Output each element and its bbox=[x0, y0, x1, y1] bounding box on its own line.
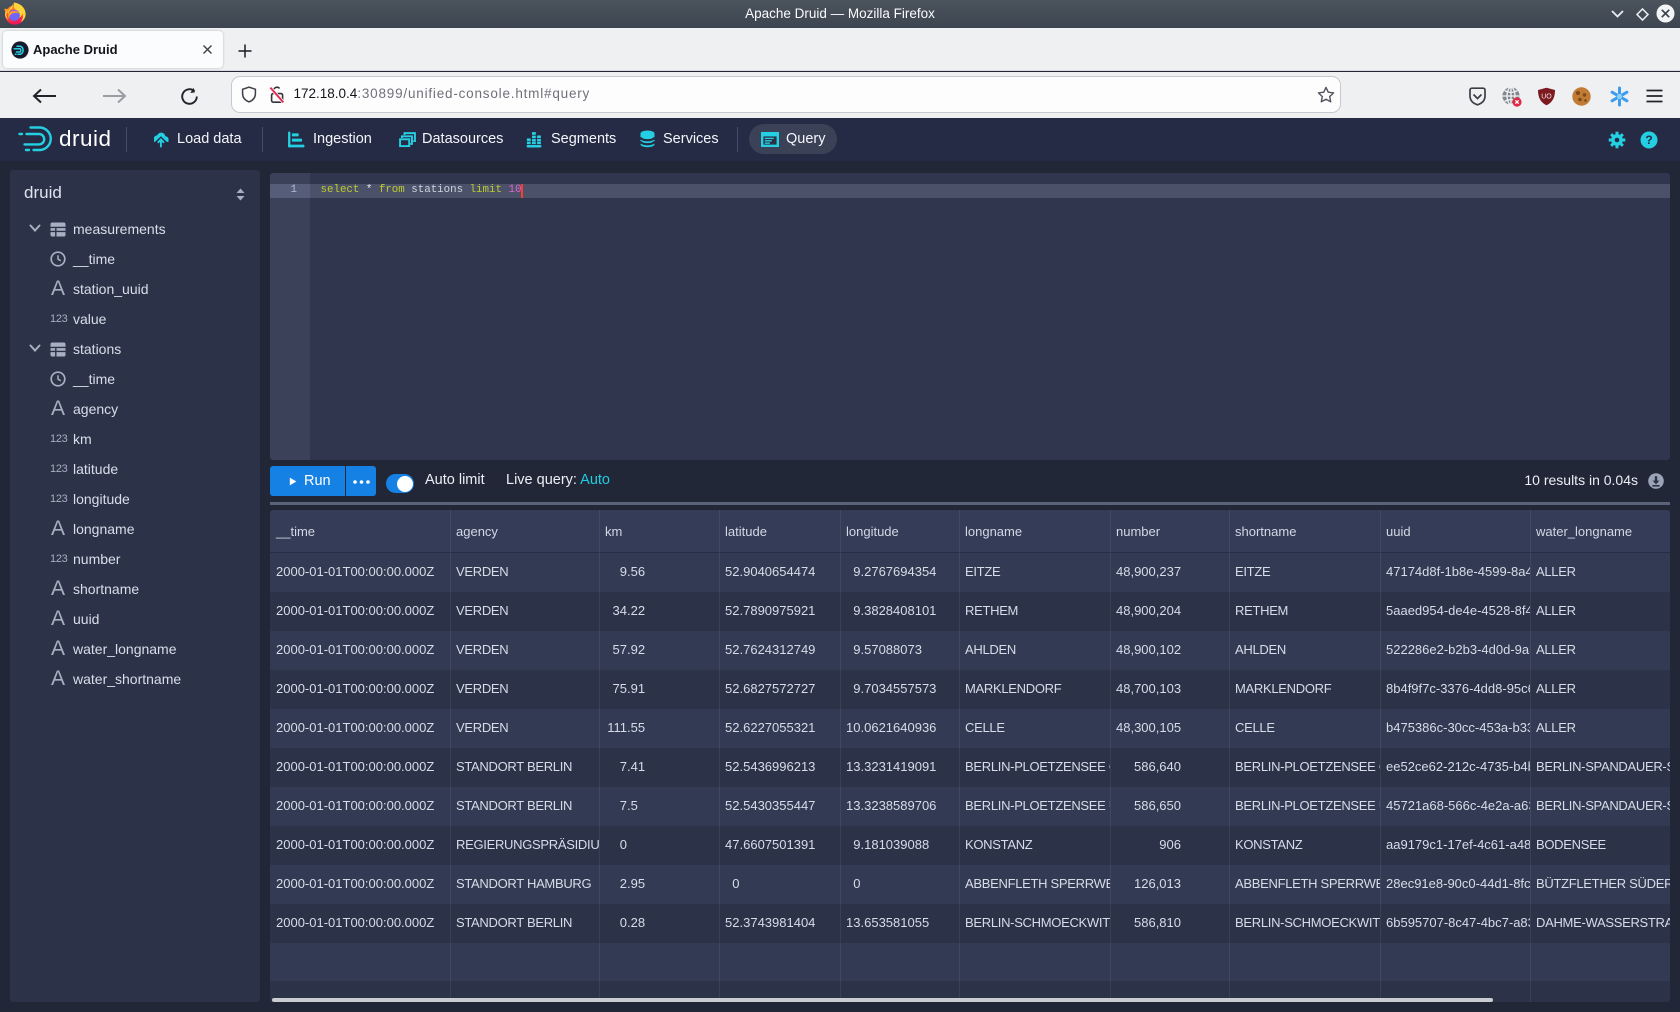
svg-text:?: ? bbox=[1645, 133, 1652, 147]
svg-text:UO: UO bbox=[1541, 94, 1552, 101]
